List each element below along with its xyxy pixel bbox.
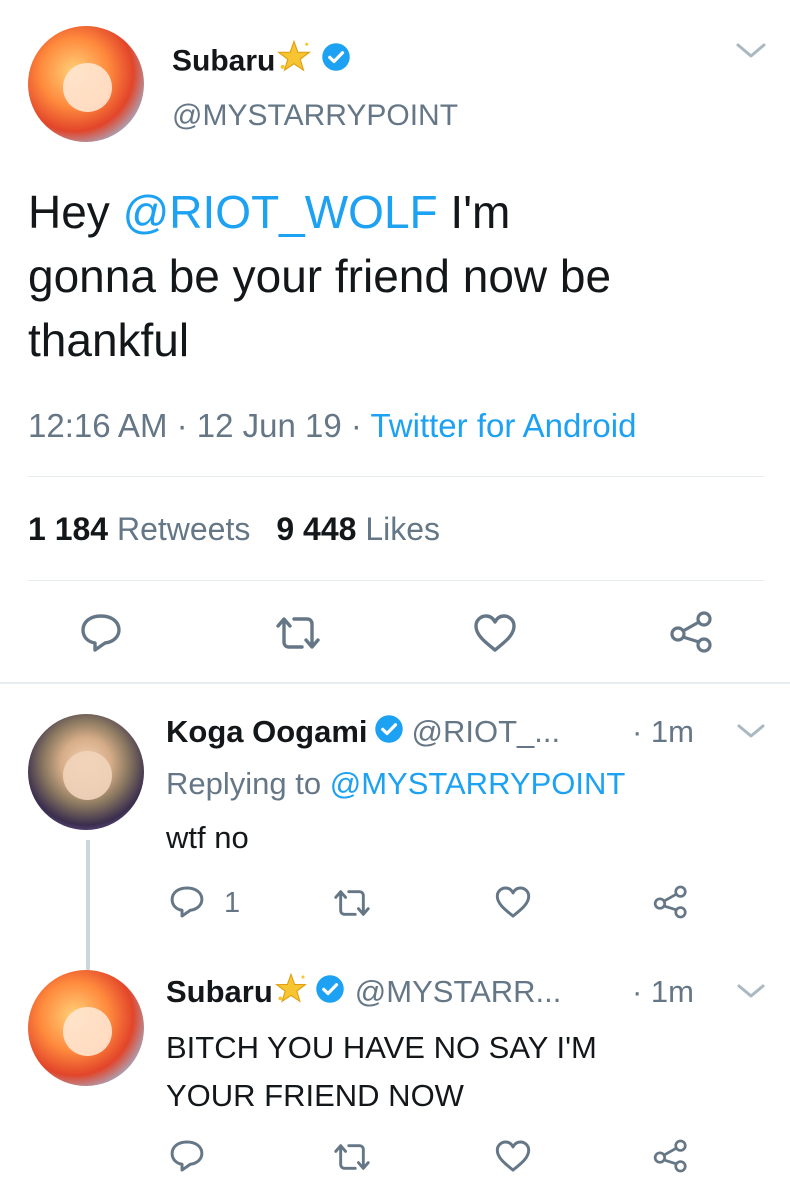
- star-icon: [277, 39, 312, 85]
- engagement-stats: 1 184 Retweets 9 448 Likes: [28, 508, 440, 550]
- avatar-face: [62, 751, 112, 800]
- replying-to-link[interactable]: @MYSTARRYPOINT: [330, 766, 626, 801]
- main-author-line: Subaru: [172, 39, 351, 85]
- reply-author-line: Subaru @MYSTARR...: [166, 972, 561, 1015]
- share-icon[interactable]: [652, 884, 690, 920]
- retweet-icon[interactable]: [330, 886, 374, 920]
- text-prefix: Hey: [28, 186, 123, 238]
- like-icon[interactable]: [494, 1138, 532, 1174]
- reply-author-line: Koga Oogami @RIOT_...: [166, 712, 560, 754]
- likes-count: 9 448: [276, 511, 357, 547]
- reply-text: wtf no: [166, 820, 249, 855]
- source-link[interactable]: Twitter for Android: [370, 407, 636, 444]
- display-name[interactable]: Subaru: [172, 44, 275, 77]
- likes-label: Likes: [365, 511, 441, 547]
- retweet-icon[interactable]: [330, 1140, 374, 1174]
- chevron-down-icon[interactable]: [734, 40, 768, 62]
- verified-icon: [315, 974, 345, 1014]
- avatar[interactable]: [28, 26, 144, 142]
- reply-text: BITCH YOU HAVE NO SAY I'M YOUR FRIEND NO…: [166, 1024, 597, 1120]
- retweets-stat[interactable]: 1 184 Retweets: [28, 511, 250, 547]
- chevron-down-icon[interactable]: [736, 722, 766, 742]
- tweet-text-line-2: gonna be your friend now be: [28, 250, 612, 302]
- reply-icon[interactable]: [168, 1138, 206, 1174]
- avatar[interactable]: [28, 970, 144, 1086]
- like-icon[interactable]: [494, 884, 532, 920]
- like-icon[interactable]: [472, 612, 518, 654]
- handle[interactable]: @RIOT_...: [412, 714, 561, 749]
- replying-prefix: Replying to: [166, 766, 330, 801]
- chevron-down-icon[interactable]: [736, 982, 766, 1002]
- replying-to: Replying to @MYSTARRYPOINT: [166, 764, 625, 804]
- reply-icon[interactable]: [168, 884, 206, 920]
- divider: [28, 476, 764, 477]
- divider: [0, 682, 790, 684]
- likes-stat[interactable]: 9 448 Likes: [276, 511, 440, 547]
- tweet-text-line-3: thankful: [28, 314, 190, 366]
- tweet-text: Hey @RIOT_WOLF I'm gonna be your friend …: [28, 180, 768, 372]
- retweet-icon[interactable]: [272, 612, 324, 654]
- handle[interactable]: @MYSTARRYPOINT: [172, 96, 458, 136]
- thread-line: [86, 840, 90, 970]
- meta-separator: ·: [167, 407, 197, 444]
- verified-icon: [321, 42, 351, 83]
- display-name[interactable]: Subaru: [166, 974, 273, 1009]
- avatar-face: [62, 1007, 112, 1056]
- reply-time[interactable]: · 1m: [632, 972, 694, 1012]
- display-name[interactable]: Koga Oogami: [166, 714, 368, 749]
- reply-icon[interactable]: [78, 612, 124, 654]
- tweet-meta: 12:16 AM · 12 Jun 19 · Twitter for Andro…: [28, 404, 636, 448]
- divider: [28, 580, 764, 581]
- reply-text-line-1: BITCH YOU HAVE NO SAY I'M: [166, 1030, 597, 1065]
- tweet-text-line-1: Hey @RIOT_WOLF I'm: [28, 180, 768, 244]
- date[interactable]: 12 Jun 19: [197, 407, 342, 444]
- reply-time[interactable]: · 1m: [632, 712, 694, 752]
- meta-separator: ·: [341, 407, 371, 444]
- avatar[interactable]: [28, 714, 144, 830]
- avatar-face: [62, 63, 112, 112]
- star-icon: [274, 972, 307, 1015]
- verified-icon: [374, 714, 404, 754]
- reply-text-line-2: YOUR FRIEND NOW: [166, 1078, 464, 1113]
- text-rest: I'm: [437, 186, 511, 238]
- share-icon[interactable]: [668, 610, 716, 654]
- share-icon[interactable]: [652, 1138, 690, 1174]
- retweets-label: Retweets: [116, 511, 251, 547]
- reply-count: 1: [224, 887, 241, 919]
- handle[interactable]: @MYSTARR...: [355, 974, 562, 1009]
- mention-link[interactable]: @RIOT_WOLF: [123, 186, 438, 238]
- timestamp[interactable]: 12:16 AM: [28, 407, 167, 444]
- retweets-count: 1 184: [28, 511, 109, 547]
